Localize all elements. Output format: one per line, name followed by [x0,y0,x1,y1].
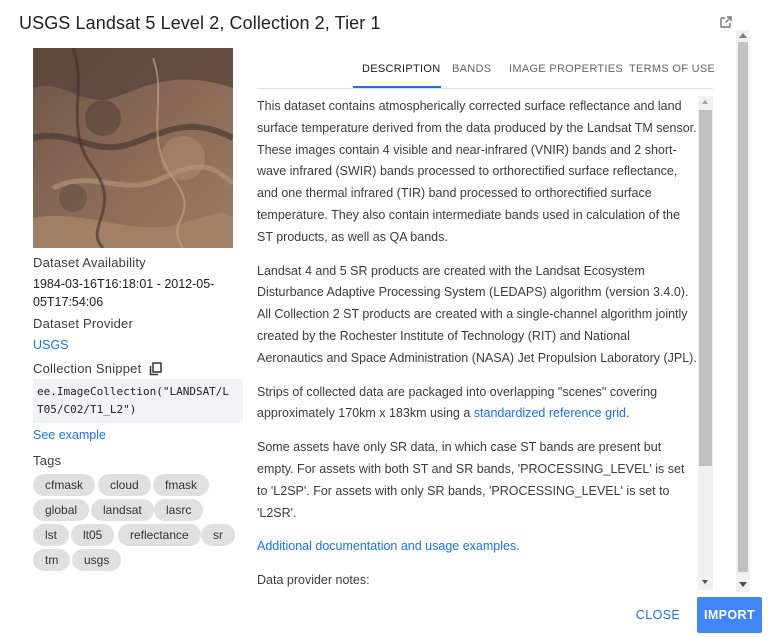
documentation-link[interactable]: Additional documentation and usage examp… [257,539,520,553]
tab-bands[interactable]: BANDS [452,63,491,75]
dataset-thumbnail-image [33,48,233,248]
tab-description[interactable]: DESCRIPTION [362,63,440,75]
snippet-line-2: T05/C02/T1_L2") [37,403,137,416]
provider-link[interactable]: USGS [33,338,68,352]
import-button[interactable]: IMPORT [697,597,762,633]
tag-chip[interactable]: global [33,499,90,521]
tag-chip[interactable]: lt05 [71,524,115,546]
provider-label: Dataset Provider [33,316,134,331]
copy-icon[interactable] [149,362,162,376]
collection-snippet-code[interactable]: ee.ImageCollection("LANDSAT/L T05/C02/T1_… [33,379,243,423]
tag-chip[interactable]: usgs [72,549,122,571]
tags-label: Tags [33,453,62,468]
dialog-title: USGS Landsat 5 Level 2, Collection 2, Ti… [19,13,381,33]
scroll-up-arrow-icon[interactable] [702,100,708,104]
snippet-label: Collection Snippet [33,361,142,376]
description-paragraph: Data provider notes: [257,573,370,588]
tag-chip[interactable]: lst [33,524,69,546]
reference-grid-link[interactable]: standardized reference grid [474,406,626,420]
scroll-up-arrow-icon[interactable] [739,33,747,38]
scrollbar-thumb[interactable] [699,110,712,466]
provider-value: USGS [33,336,233,354]
tag-chip[interactable]: fmask [153,474,210,496]
dialog-scrollbar[interactable] [736,30,750,592]
description-paragraph: This dataset contains atmospherically co… [257,99,697,244]
tab-terms-of-use[interactable]: TERMS OF USE [629,63,715,75]
scroll-down-arrow-icon[interactable] [702,580,708,584]
tag-chip[interactable]: cloud [98,474,151,496]
availability-value: 1984-03-16T16:18:01 - 2012-05- 05T17:54:… [33,275,233,311]
description-paragraph: Landsat 4 and 5 SR products are created … [257,263,697,365]
availability-line-2: 05T17:54:06 [33,295,104,309]
open-in-new-icon[interactable] [719,15,733,29]
tab-image-properties[interactable]: IMAGE PROPERTIES [509,63,623,75]
description-panel: This dataset contains atmospherically co… [257,96,697,590]
description-paragraph: Some assets have only SR data, in which … [257,440,685,520]
snippet-line-1: ee.ImageCollection("LANDSAT/L [37,385,230,398]
scroll-down-arrow-icon[interactable] [739,582,747,587]
description-text: . [625,406,630,421]
description-paragraph: Additional documentation and usage examp… [257,536,697,558]
tag-chip[interactable]: sr [201,524,235,546]
description-scrollbar[interactable] [698,96,713,590]
tag-chip[interactable]: tm [33,549,71,571]
see-example-row: See example [33,426,233,444]
availability-label: Dataset Availability [33,255,146,270]
description-paragraph: Strips of collected data are packaged in… [257,382,697,426]
tag-chip[interactable]: lasrc [154,499,204,521]
see-example-link[interactable]: See example [33,428,106,442]
tag-chip[interactable]: cfmask [33,474,96,496]
tab-divider [257,88,713,89]
availability-line-1: 1984-03-16T16:18:01 - 2012-05- [33,277,215,291]
close-button[interactable]: CLOSE [631,598,685,632]
scrollbar-thumb[interactable] [738,42,748,572]
tag-chip[interactable]: landsat [91,499,154,521]
tag-chip[interactable]: reflectance [118,524,201,546]
